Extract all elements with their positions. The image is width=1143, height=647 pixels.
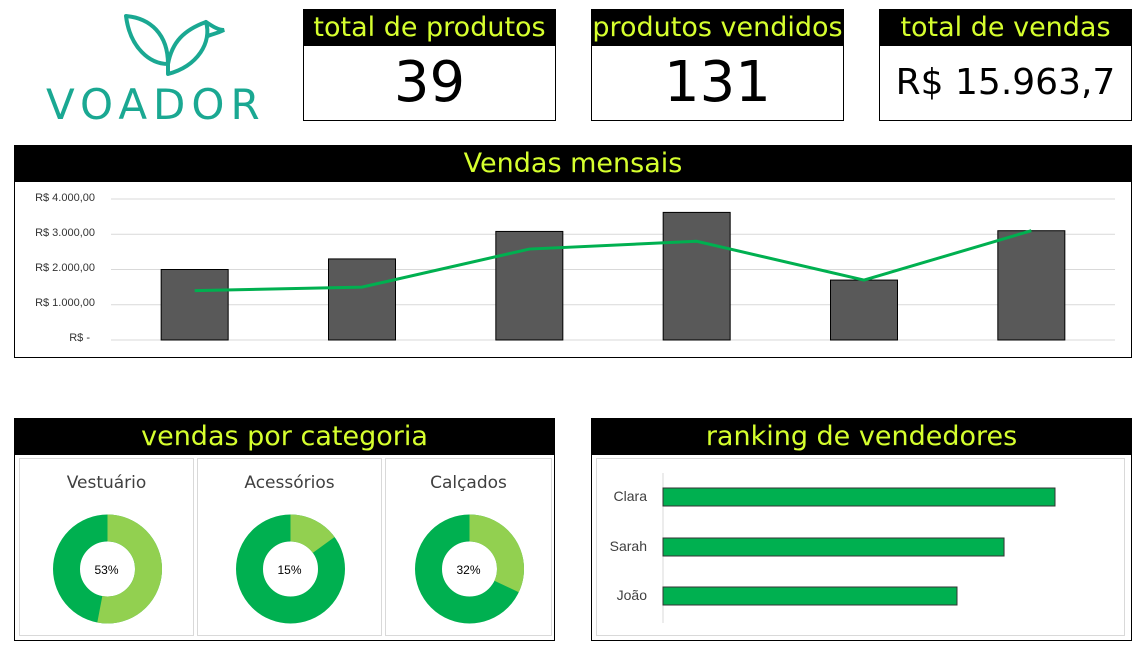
category-panel: Vestuário 53% Acessórios 15% Calçados 32… bbox=[14, 455, 555, 641]
brand-name: VOADOR bbox=[46, 80, 266, 129]
monthly-bar bbox=[662, 211, 731, 341]
donut-chart bbox=[236, 514, 345, 624]
kpi-value: 131 bbox=[664, 50, 771, 115]
monthly-sales-header: Vendas mensais bbox=[14, 145, 1132, 182]
ranking-bar bbox=[662, 487, 1056, 507]
donut-value: 53% bbox=[94, 563, 119, 577]
kpi-title: produtos vendidos bbox=[592, 10, 843, 46]
kpi-total-products: total de produtos 39 bbox=[303, 9, 556, 121]
donut-value-arc bbox=[289, 514, 335, 554]
monthly-sales-chart: R$ 4.000,00 R$ 3.000,00 R$ 2.000,00 R$ 1… bbox=[14, 182, 1132, 358]
monthly-bar bbox=[830, 279, 898, 341]
ranking-bar bbox=[662, 586, 958, 606]
monthly-bar bbox=[997, 230, 1066, 341]
monthly-line bbox=[194, 229, 1032, 293]
kpi-value: 39 bbox=[393, 50, 466, 115]
kpi-products-sold: produtos vendidos 131 bbox=[591, 9, 844, 121]
brand-logo: VOADOR bbox=[40, 8, 285, 129]
bird-icon bbox=[124, 14, 225, 76]
donut-value-arc bbox=[468, 514, 524, 593]
donut-chart bbox=[415, 514, 524, 624]
donut-card-vestuario: Vestuário 53% bbox=[19, 458, 194, 636]
ranking-panel: Clara Sarah João bbox=[591, 455, 1132, 641]
donut-value: 15% bbox=[277, 563, 302, 577]
kpi-title: total de vendas bbox=[880, 10, 1131, 46]
ranking-chart-area: Clara Sarah João bbox=[596, 458, 1125, 636]
kpi-total-sales: total de vendas R$ 15.963,7 bbox=[879, 9, 1132, 121]
monthly-bar bbox=[160, 269, 229, 341]
donut-chart bbox=[53, 514, 162, 624]
donut-value: 32% bbox=[456, 563, 481, 577]
kpi-title: total de produtos bbox=[304, 10, 555, 46]
donut-card-acessorios: Acessórios 15% bbox=[197, 458, 382, 636]
category-header: vendas por categoria bbox=[14, 418, 555, 455]
monthly-bar bbox=[328, 258, 396, 341]
ranking-header: ranking de vendedores bbox=[591, 418, 1132, 455]
ranking-bars-svg bbox=[662, 473, 1056, 623]
kpi-value: R$ 15.963,7 bbox=[895, 62, 1116, 103]
monthly-bars-svg bbox=[111, 198, 1115, 341]
donut-card-calcados: Calçados 32% bbox=[385, 458, 552, 636]
ranking-bar bbox=[662, 537, 1005, 557]
